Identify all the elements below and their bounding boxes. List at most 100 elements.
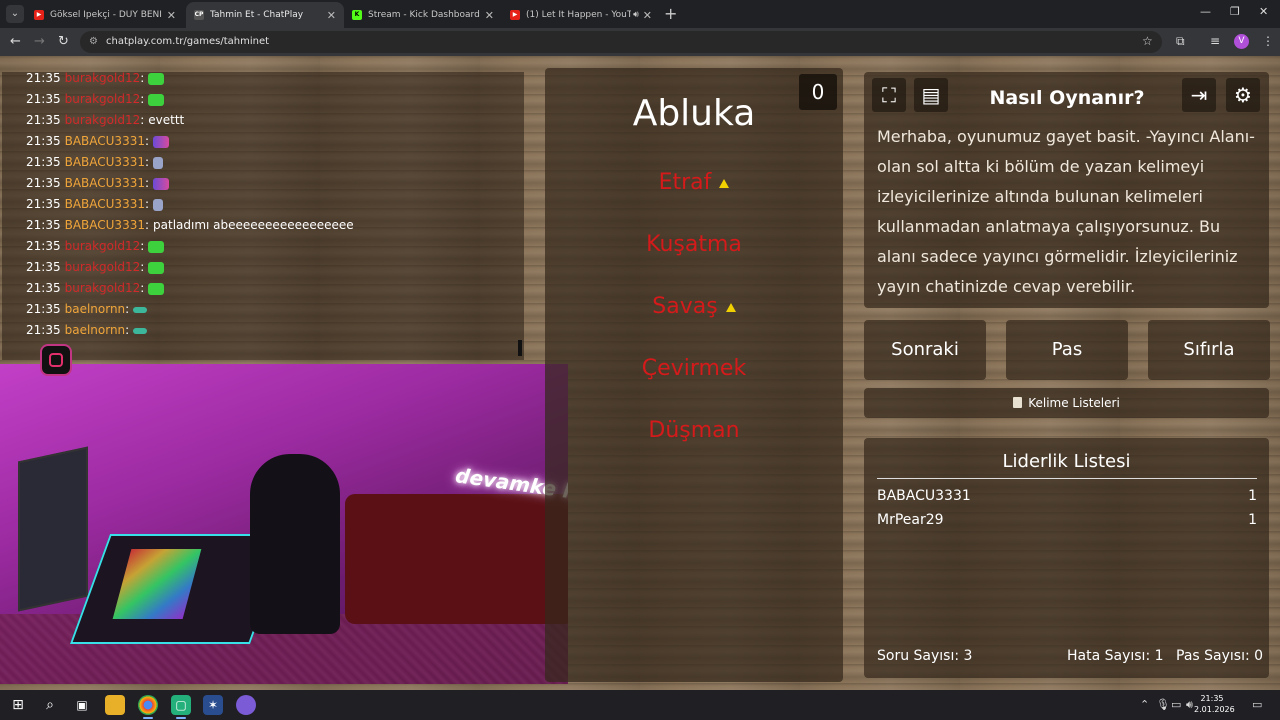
chat-emote-icon	[133, 327, 148, 334]
kick-icon: K	[352, 10, 362, 20]
instagram-icon	[40, 344, 72, 376]
chat-message: 21:35 BABACU3331:	[26, 173, 170, 193]
new-tab-icon[interactable]: +	[664, 5, 677, 23]
tab-kick-dashboard[interactable]: K Stream - Kick Dashboard ✕	[344, 2, 502, 28]
monitor	[18, 446, 88, 612]
chat-username[interactable]: baelnornn	[65, 302, 126, 316]
chat-username[interactable]: BABACU3331	[65, 218, 145, 232]
back-icon[interactable]: ←	[10, 34, 21, 50]
chat-message: 21:35 BABACU3331: patladımı abeeeeeeeeeeee…	[26, 215, 354, 235]
forward-icon[interactable]: →	[34, 34, 45, 50]
chat-message: 21:35 burakgold12: evettt	[26, 110, 184, 130]
chat-username[interactable]: burakgold12	[65, 113, 141, 127]
chat-timestamp: 21:35	[26, 155, 61, 169]
pass-button[interactable]: Pas	[1006, 320, 1128, 380]
chat-timestamp: 21:35	[26, 134, 61, 148]
chat-username[interactable]: burakgold12	[65, 239, 141, 253]
webcam-feed: devamke lo	[0, 364, 568, 684]
forbidden-word: Kuşatma	[545, 230, 843, 260]
chat-emote-icon	[153, 177, 170, 190]
chat-separator: :	[140, 113, 145, 127]
bookmark-star-icon[interactable]: ☆	[1142, 34, 1153, 48]
tab-search-icon[interactable]: ⌄	[6, 5, 24, 23]
next-button[interactable]: Sonraki	[864, 320, 986, 380]
forbidden-word: Düşman	[545, 416, 843, 446]
reset-button[interactable]: Sıfırla	[1148, 320, 1270, 380]
chrome-icon[interactable]	[138, 695, 158, 719]
fullscreen-icon[interactable]: ⛶	[872, 78, 906, 112]
notes-icon[interactable]: ▤	[914, 78, 948, 112]
notifications-icon[interactable]: ▭	[1252, 698, 1262, 711]
forbidden-word: Etraf	[545, 168, 843, 198]
tab-chatplay[interactable]: CP Tahmin Et - ChatPlay ✕	[186, 2, 344, 28]
discord-icon[interactable]	[236, 695, 256, 715]
app-icon[interactable]: ▢	[171, 695, 191, 719]
chat-message: 21:35 burakgold12:	[26, 236, 165, 256]
clock-time: 21:35	[1200, 694, 1224, 703]
chat-username[interactable]: BABACU3331	[65, 134, 145, 148]
minimize-icon[interactable]: —	[1200, 5, 1211, 18]
chat-separator: :	[140, 92, 145, 106]
chat-username[interactable]: BABACU3331	[65, 197, 145, 211]
tray-overflow-icon[interactable]: ⌃	[1140, 698, 1149, 711]
media-controls-icon[interactable]: ≡	[1210, 34, 1220, 48]
chat-timestamp: 21:35	[26, 323, 61, 337]
extensions-icon[interactable]: ⧉	[1176, 34, 1185, 49]
chat-username[interactable]: burakgold12	[65, 281, 141, 295]
chat-timestamp: 21:35	[26, 218, 61, 232]
volume-icon[interactable]: 🔊︎	[1186, 698, 1193, 712]
task-view-icon[interactable]: ▣	[72, 695, 92, 715]
chat-timestamp: 21:35	[26, 239, 61, 253]
address-bar[interactable]: ⚙ chatplay.com.tr/games/tahminet	[80, 31, 1162, 53]
youtube-icon: ▶	[510, 10, 520, 20]
window-close-icon[interactable]: ✕	[1259, 5, 1268, 18]
file-explorer-icon[interactable]	[105, 695, 125, 715]
chat-message: 21:35 baelnornn:	[26, 299, 148, 319]
chat-username[interactable]: baelnornn	[65, 323, 126, 337]
chat-username[interactable]: burakgold12	[65, 71, 141, 85]
tab-youtube-let-it-happen[interactable]: ▶ (1) Let It Happen - YouTube 🔊︎ ✕	[502, 2, 660, 28]
leaderboard-row: BABACU3331 1	[877, 484, 1257, 508]
chat-emote-icon	[148, 93, 165, 106]
settings-gear-icon[interactable]: ⚙	[1226, 78, 1260, 112]
forbidden-word-text: Savaş	[652, 294, 718, 319]
close-tab-icon[interactable]: ✕	[327, 9, 336, 22]
chat-message: 21:35 BABACU3331:	[26, 131, 170, 151]
restore-icon[interactable]: ❐	[1230, 5, 1240, 18]
microphone-icon[interactable]: 🎙︎	[1156, 698, 1170, 711]
word-lists-label: Kelime Listeleri	[1028, 396, 1120, 410]
network-icon[interactable]: ▭	[1171, 698, 1181, 711]
forbidden-word-text: Çevirmek	[641, 356, 747, 381]
audio-playing-icon[interactable]: 🔊︎	[633, 10, 639, 20]
profile-avatar[interactable]: V	[1234, 34, 1249, 49]
close-tab-icon[interactable]: ✕	[643, 9, 652, 22]
leaderboard-title: Liderlik Listesi	[1002, 451, 1131, 472]
reload-icon[interactable]: ↻	[58, 34, 69, 50]
chat-username[interactable]: BABACU3331	[65, 176, 145, 190]
exit-icon[interactable]: ⇥	[1182, 78, 1216, 112]
warning-icon	[719, 178, 730, 188]
close-tab-icon[interactable]: ✕	[167, 9, 176, 22]
network-app-icon[interactable]: ✶	[203, 695, 223, 715]
chat-username[interactable]: burakgold12	[65, 92, 141, 106]
tab-youtube-goksel[interactable]: ▶ Göksel İpekçi - DUY BENİ (Offic ✕	[26, 2, 184, 28]
browser-menu-icon[interactable]: ⋮	[1262, 34, 1274, 48]
system-clock[interactable]: 21:35 2.01.2026	[1194, 693, 1235, 715]
chat-timestamp: 21:35	[26, 260, 61, 274]
site-info-icon[interactable]: ⚙	[89, 31, 98, 53]
clock-date: 2.01.2026	[1194, 705, 1235, 714]
search-icon[interactable]: ⌕	[40, 695, 60, 715]
chat-emote-icon	[148, 282, 165, 295]
close-tab-icon[interactable]: ✕	[485, 9, 494, 22]
chat-message: 21:35 BABACU3331:	[26, 194, 164, 214]
word-lists-button[interactable]: Kelime Listeleri	[864, 388, 1269, 418]
windows-start-icon[interactable]: ⊞	[8, 695, 28, 715]
chat-scrollbar[interactable]	[518, 340, 522, 356]
chat-username[interactable]: BABACU3331	[65, 155, 145, 169]
chat-message: 21:35 burakgold12:	[26, 257, 165, 277]
chat-username[interactable]: burakgold12	[65, 260, 141, 274]
chat-message: 21:35 burakgold12:	[26, 68, 165, 88]
chat-separator: :	[144, 176, 150, 190]
word-panel: 0 Abluka Etraf Kuşatma Savaş Çevirmek Düşman	[545, 68, 843, 682]
chat-emote-icon	[133, 306, 148, 313]
